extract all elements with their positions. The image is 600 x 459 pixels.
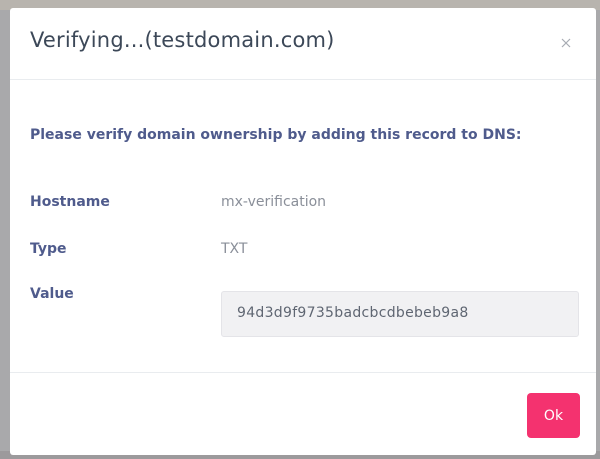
type-label: Type bbox=[30, 241, 67, 257]
ok-button[interactable]: Ok bbox=[527, 393, 580, 438]
verify-domain-modal: Verifying...(testdomain.com) Please veri… bbox=[10, 8, 596, 455]
close-button[interactable] bbox=[556, 33, 576, 53]
instruction-text: Please verify domain ownership by adding… bbox=[30, 127, 522, 143]
modal-title: Verifying...(testdomain.com) bbox=[30, 28, 335, 52]
modal-footer: Ok bbox=[10, 372, 596, 455]
txt-value-field[interactable]: 94d3d9f9735badcbcdbebeb9a8 bbox=[221, 291, 579, 337]
type-value: TXT bbox=[221, 241, 248, 257]
hostname-label: Hostname bbox=[30, 194, 110, 210]
close-icon bbox=[561, 38, 571, 48]
value-label: Value bbox=[30, 286, 74, 302]
hostname-value: mx-verification bbox=[221, 194, 327, 210]
modal-body: Please verify domain ownership by adding… bbox=[10, 80, 596, 372]
modal-header: Verifying...(testdomain.com) bbox=[10, 8, 596, 80]
